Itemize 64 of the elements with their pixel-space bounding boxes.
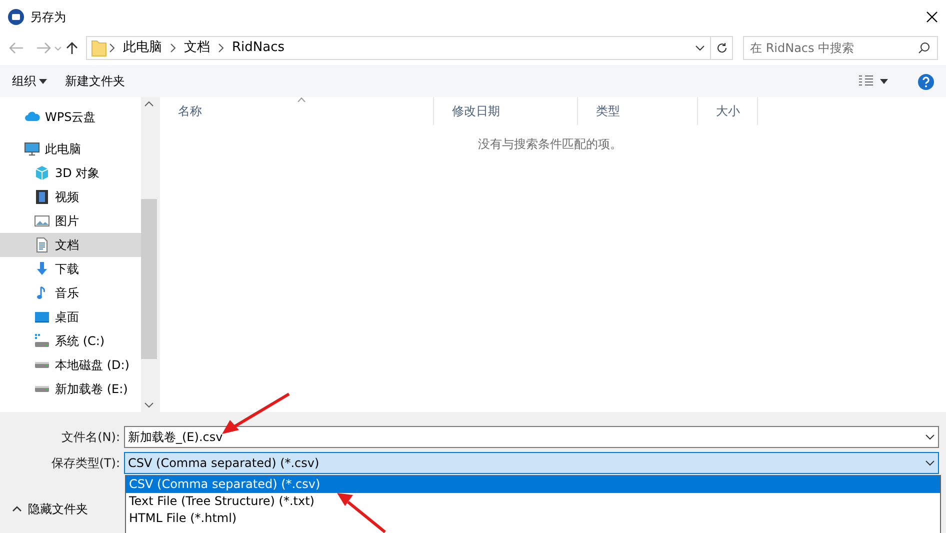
- up-arrow-icon[interactable]: [64, 41, 80, 55]
- app-logo-icon: [8, 8, 24, 24]
- chevron-down-icon: [925, 434, 935, 440]
- caret-down-icon: [880, 78, 888, 84]
- sidebar-item[interactable]: 文档: [0, 233, 141, 257]
- computer-icon: [24, 141, 40, 157]
- sidebar-item[interactable]: 桌面: [0, 305, 141, 329]
- chevron-down-icon: [925, 460, 935, 466]
- file-type-dropdown[interactable]: CSV (Comma separated) (*.csv): [124, 452, 939, 474]
- window-title: 另存为: [30, 8, 66, 26]
- sidebar-item[interactable]: 本地磁盘 (D:): [0, 353, 141, 377]
- film-icon: [34, 189, 50, 205]
- column-header[interactable]: 修改日期: [434, 97, 578, 125]
- filename-field[interactable]: 新加载卷_(E).csv: [124, 426, 939, 448]
- dropdown-option[interactable]: CSV (Comma separated) (*.csv): [126, 476, 940, 493]
- picture-icon: [34, 213, 50, 229]
- dropdown-option[interactable]: HTML File (*.html): [126, 510, 940, 527]
- drive-icon: [34, 361, 50, 369]
- caret-down-icon: [39, 78, 47, 84]
- sidebar-item[interactable]: 下载: [0, 257, 141, 281]
- document-icon: [34, 237, 50, 253]
- sidebar-item[interactable]: 系统 (C:): [0, 329, 141, 353]
- drive-icon: [34, 385, 50, 393]
- view-options-button[interactable]: [858, 75, 888, 87]
- sidebar-item[interactable]: WPS云盘: [0, 105, 141, 129]
- dropdown-option[interactable]: Text File (Tree Structure) (*.txt): [126, 493, 940, 510]
- address-bar[interactable]: 此电脑 文档 RidNacs: [86, 36, 711, 60]
- folder-icon: [91, 39, 107, 57]
- cube-icon: [34, 165, 50, 181]
- scrollbar-thumb[interactable]: [141, 199, 157, 359]
- list-view-icon: [858, 75, 874, 87]
- column-header[interactable]: 大小: [698, 97, 758, 125]
- field-label: 文件名(N):: [60, 429, 121, 446]
- sidebar-item[interactable]: 视频: [0, 185, 141, 209]
- organize-menu-button[interactable]: 组织: [12, 72, 47, 90]
- help-button[interactable]: [918, 72, 934, 90]
- column-header[interactable]: 名称: [160, 97, 434, 125]
- sidebar-item[interactable]: 图片: [0, 209, 141, 233]
- sidebar-item[interactable]: 新加载卷 (E:): [0, 377, 141, 401]
- new-folder-button[interactable]: 新建文件夹: [65, 72, 125, 90]
- caret-up-icon: [12, 506, 22, 512]
- sidebar-item[interactable]: 3D 对象: [0, 161, 141, 185]
- refresh-icon: [716, 42, 728, 54]
- empty-message: 没有与搜索条件匹配的项。: [477, 136, 623, 153]
- column-header[interactable]: 类型: [578, 97, 698, 125]
- help-icon: [918, 74, 934, 90]
- sort-caret-icon: [297, 97, 306, 102]
- down-arrow-icon: [34, 261, 50, 277]
- sidebar-item[interactable]: 此电脑: [0, 137, 141, 161]
- search-icon: [918, 42, 930, 54]
- drive-icon: [34, 333, 50, 349]
- refresh-button[interactable]: [711, 36, 733, 60]
- field-label: 保存类型(T):: [50, 455, 121, 472]
- desktop-icon: [34, 309, 50, 325]
- back-arrow-icon[interactable]: [8, 41, 24, 55]
- breadcrumb-item[interactable]: 此电脑: [123, 38, 162, 58]
- hide-folders-button[interactable]: 隐藏文件夹: [12, 500, 88, 518]
- breadcrumb-item[interactable]: RidNacs: [232, 38, 285, 58]
- scrollbar[interactable]: [141, 97, 157, 412]
- search-field[interactable]: 在 RidNacs 中搜索: [743, 36, 938, 60]
- close-icon: [926, 11, 938, 24]
- breadcrumb-item[interactable]: 文档: [184, 38, 210, 58]
- sidebar-item[interactable]: 音乐: [0, 281, 141, 305]
- forward-arrow-icon[interactable]: [36, 41, 52, 55]
